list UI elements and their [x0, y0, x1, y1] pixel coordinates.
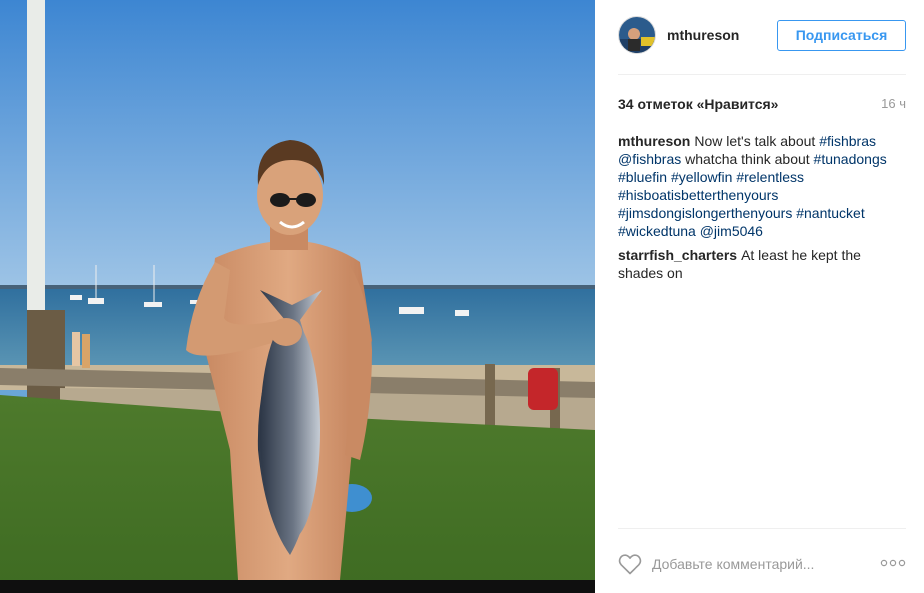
post-time[interactable]: 16 ч: [881, 96, 906, 111]
avatar-image: [619, 17, 655, 53]
comment-input[interactable]: [652, 553, 872, 575]
author-username[interactable]: mthureson: [667, 27, 739, 43]
hashtag-link[interactable]: #fishbras: [819, 133, 876, 149]
hashtag-link[interactable]: #jimsdongislongerthenyours: [618, 205, 792, 221]
hashtag-link[interactable]: #yellowfin: [671, 169, 732, 185]
caption-segment: whatcha think about: [681, 151, 814, 167]
post-header: mthureson Подписаться: [595, 0, 924, 74]
likes-row: 34 отметок «Нравится» 16 ч: [618, 96, 906, 114]
hashtag-link[interactable]: #wickedtuna: [618, 223, 696, 239]
mention-link[interactable]: @jim5046: [700, 223, 763, 239]
more-options-icon[interactable]: [880, 556, 906, 570]
post-photo-image: [0, 0, 595, 593]
hashtag-link[interactable]: #tunadongs: [814, 151, 887, 167]
comments-list: mthureson Now let's talk about #fishbras …: [618, 132, 906, 288]
instagram-post: mthureson Подписаться 34 отметок «Нравит…: [0, 0, 924, 593]
likes-count[interactable]: 34 отметок «Нравится»: [618, 96, 778, 112]
comment-action-row: [618, 548, 906, 580]
hashtag-link[interactable]: #nantucket: [796, 205, 865, 221]
comment-username[interactable]: starrfish_charters: [618, 247, 737, 263]
caption-segment: Now let's talk about: [694, 133, 820, 149]
hashtag-link[interactable]: #bluefin: [618, 169, 667, 185]
hashtag-link[interactable]: #hisboatisbetterthenyours: [618, 187, 778, 203]
header-divider: [618, 74, 906, 75]
post-sidebar: mthureson Подписаться 34 отметок «Нравит…: [595, 0, 924, 593]
avatar[interactable]: [618, 16, 656, 54]
follow-button[interactable]: Подписаться: [777, 20, 906, 51]
comment-item: starrfish_charters At least he kept the s…: [618, 246, 906, 282]
mention-link[interactable]: @fishbras: [618, 151, 681, 167]
caption: mthureson Now let's talk about #fishbras …: [618, 132, 906, 240]
hashtag-link[interactable]: #relentless: [736, 169, 804, 185]
post-photo[interactable]: [0, 0, 595, 593]
caption-username[interactable]: mthureson: [618, 133, 690, 149]
actions-divider: [618, 528, 906, 529]
heart-outline-icon[interactable]: [618, 553, 642, 575]
